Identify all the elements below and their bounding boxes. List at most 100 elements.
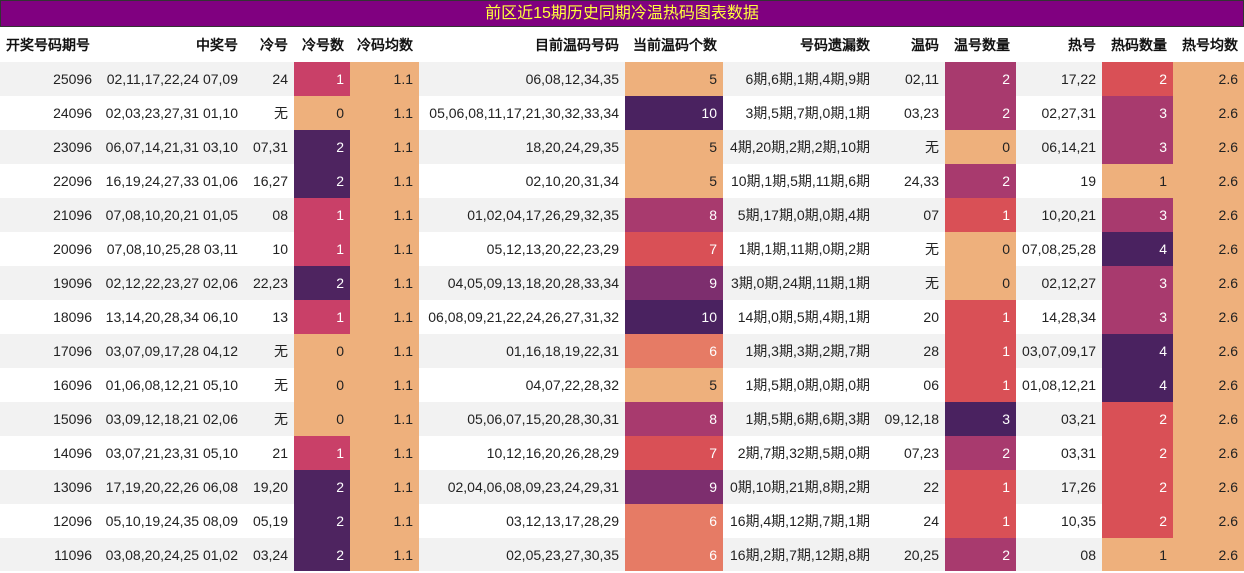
data-cell: 11096 [0, 538, 98, 571]
table-row: 22096 16,19,24,27,33 01,06 16,27 2 1.1 02,10,… [0, 164, 1244, 198]
heat-cell: 10 [625, 96, 723, 130]
table-row: 12096 05,10,19,24,35 08,09 05,19 2 1.1 03,12,… [0, 504, 1244, 538]
data-cell: 10,12,16,20,26,28,29 [419, 436, 625, 470]
data-cell: 14096 [0, 436, 98, 470]
heat-cell: 0 [294, 334, 350, 368]
data-cell: 03,12,13,17,28,29 [419, 504, 625, 538]
data-cell: 1期,5期,6期,6期,3期 [723, 402, 876, 436]
average-cell: 2.6 [1173, 300, 1244, 334]
heat-cell: 1 [294, 232, 350, 266]
data-cell: 6期,6期,1期,4期,9期 [723, 62, 876, 96]
heat-cell: 10 [625, 300, 723, 334]
average-cell: 1.1 [350, 232, 419, 266]
average-cell: 2.6 [1173, 538, 1244, 571]
data-cell: 18096 [0, 300, 98, 334]
data-cell: 1期,3期,3期,2期,7期 [723, 334, 876, 368]
table-row: 16096 01,06,08,12,21 05,10 无 0 1.1 04,07,22,2… [0, 368, 1244, 402]
heat-cell: 3 [1102, 96, 1173, 130]
heat-cell: 8 [625, 198, 723, 232]
average-cell: 1.1 [350, 164, 419, 198]
data-cell: 10 [244, 232, 294, 266]
data-cell: 06,07,14,21,31 03,10 [98, 130, 244, 164]
data-cell: 14,28,34 [1016, 300, 1102, 334]
average-cell: 2.6 [1173, 198, 1244, 232]
table-body: 25096 02,11,17,22,24 07,09 24 1 1.1 06,08,12,… [0, 62, 1244, 571]
heat-cell: 2 [1102, 402, 1173, 436]
data-cell: 22 [876, 470, 945, 504]
heat-cell: 6 [625, 538, 723, 571]
heat-cell: 4 [1102, 334, 1173, 368]
data-cell: 07,08,10,25,28 03,11 [98, 232, 244, 266]
table-row: 20096 07,08,10,25,28 03,11 10 1 1.1 05,12,13,… [0, 232, 1244, 266]
data-cell: 12096 [0, 504, 98, 538]
data-cell: 无 [876, 232, 945, 266]
average-cell: 1.1 [350, 436, 419, 470]
heat-cell: 1 [945, 300, 1016, 334]
heat-cell: 2 [294, 470, 350, 504]
heat-cell: 0 [945, 266, 1016, 300]
data-cell: 05,10,19,24,35 08,09 [98, 504, 244, 538]
heat-cell: 1 [294, 198, 350, 232]
column-header: 号码遗漏数 [800, 36, 870, 53]
data-cell: 16,27 [244, 164, 294, 198]
data-cell: 3期,0期,24期,11期,1期 [723, 266, 876, 300]
data-cell: 06,14,21 [1016, 130, 1102, 164]
heat-cell: 0 [294, 368, 350, 402]
data-cell: 07,23 [876, 436, 945, 470]
data-cell: 08 [244, 198, 294, 232]
data-cell: 21096 [0, 198, 98, 232]
data-cell: 06,08,09,21,22,24,26,27,31,32 [419, 300, 625, 334]
data-cell: 01,06,08,12,21 05,10 [98, 368, 244, 402]
data-cell: 04,05,09,13,18,20,28,33,34 [419, 266, 625, 300]
table-row: 18096 13,14,20,28,34 06,10 13 1 1.1 06,08,09,… [0, 300, 1244, 334]
table-row: 19096 02,12,22,23,27 02,06 22,23 2 1.1 04,05,… [0, 266, 1244, 300]
table-row: 14096 03,07,21,23,31 05,10 21 1 1.1 10,12,16,… [0, 436, 1244, 470]
data-cell: 02,27,31 [1016, 96, 1102, 130]
data-cell: 07,08,25,28 [1016, 232, 1102, 266]
column-header: 冷号数 [302, 36, 344, 53]
heat-cell: 1 [945, 504, 1016, 538]
data-cell: 03,07,09,17,28 04,12 [98, 334, 244, 368]
data-cell: 02,12,27 [1016, 266, 1102, 300]
data-cell: 19,20 [244, 470, 294, 504]
data-cell: 1期,5期,0期,0期,0期 [723, 368, 876, 402]
data-cell: 无 [876, 130, 945, 164]
data-cell: 21 [244, 436, 294, 470]
data-cell: 06 [876, 368, 945, 402]
data-cell: 1期,1期,11期,0期,2期 [723, 232, 876, 266]
data-cell: 4期,20期,2期,2期,10期 [723, 130, 876, 164]
heat-table: 开奖号码期号 中奖号 冷号 冷号数 冷码均数 目前温码号码 当前温码个数 号码遗漏数 温码 温号数… [0, 27, 1244, 571]
data-cell: 07,08,10,20,21 01,05 [98, 198, 244, 232]
data-cell: 13 [244, 300, 294, 334]
average-cell: 1.1 [350, 62, 419, 96]
data-cell: 02,11,17,22,24 07,09 [98, 62, 244, 96]
heat-cell: 1 [945, 470, 1016, 504]
data-cell: 0期,10期,21期,8期,2期 [723, 470, 876, 504]
table-row: 15096 03,09,12,18,21 02,06 无 0 1.1 05,06,07,1… [0, 402, 1244, 436]
average-cell: 1.1 [350, 504, 419, 538]
heat-cell: 3 [1102, 130, 1173, 164]
data-cell: 05,06,07,15,20,28,30,31 [419, 402, 625, 436]
data-cell: 24096 [0, 96, 98, 130]
data-cell: 22096 [0, 164, 98, 198]
average-cell: 1.1 [350, 198, 419, 232]
column-header: 冷号 [260, 36, 288, 53]
heat-cell: 4 [1102, 232, 1173, 266]
heat-cell: 3 [1102, 198, 1173, 232]
heat-cell: 2 [294, 266, 350, 300]
heat-cell: 2 [294, 164, 350, 198]
data-cell: 02,10,20,31,34 [419, 164, 625, 198]
heat-cell: 1 [294, 436, 350, 470]
heat-cell: 5 [625, 164, 723, 198]
data-cell: 18,20,24,29,35 [419, 130, 625, 164]
data-cell: 20,25 [876, 538, 945, 571]
average-cell: 2.6 [1173, 470, 1244, 504]
header-row: 开奖号码期号 中奖号 冷号 冷号数 冷码均数 目前温码号码 当前温码个数 号码遗漏数 温码 温号数… [0, 27, 1244, 62]
heat-cell: 1 [294, 300, 350, 334]
data-cell: 02,04,06,08,09,23,24,29,31 [419, 470, 625, 504]
heat-cell: 4 [1102, 368, 1173, 402]
average-cell: 1.1 [350, 266, 419, 300]
data-cell: 04,07,22,28,32 [419, 368, 625, 402]
data-cell: 02,12,22,23,27 02,06 [98, 266, 244, 300]
data-cell: 无 [244, 402, 294, 436]
